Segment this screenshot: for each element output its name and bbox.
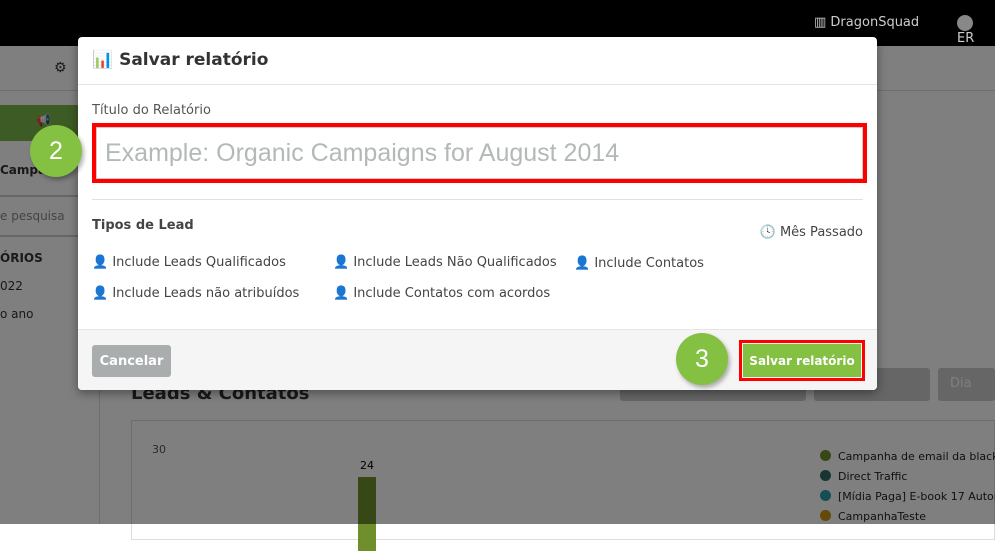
cancel-button[interactable]: Cancelar [92, 345, 171, 377]
option-leads-nao-qualificados[interactable]: 👤 Include Leads Não Qualificados [333, 255, 557, 270]
avatar [957, 15, 973, 31]
org-switcher[interactable]: ▥ DragonSquad [814, 15, 919, 30]
option-contatos-acordos[interactable]: 👤 Include Contatos com acordos [333, 286, 550, 301]
option-leads-nao-atribuidos[interactable]: 👤 Include Leads não atribuídos [92, 286, 299, 301]
lead-types-label: Tipos de Lead [92, 218, 194, 233]
save-report-modal: 📊 Salvar relatório Título do Relatório T… [78, 37, 877, 390]
modal-header: 📊 Salvar relatório [78, 37, 877, 85]
user-menu[interactable]: ER [957, 15, 995, 46]
user-icon: 👤 [92, 286, 109, 301]
bar-chart-icon: 📊 [92, 50, 114, 70]
period-label: 🕓 Mês Passado [759, 225, 863, 240]
highlight-box [92, 123, 867, 183]
user-icon: 👤 [333, 255, 350, 270]
highlight-box: Salvar relatório [739, 340, 865, 381]
report-title-input[interactable] [96, 127, 863, 179]
step-badge: 3 [676, 333, 728, 385]
option-leads-qualificados[interactable]: 👤 Include Leads Qualificados [92, 255, 286, 270]
user-icon: 👤 [574, 256, 591, 271]
building-icon: ▥ [814, 15, 831, 30]
field-label: Título do Relatório [92, 103, 211, 118]
save-report-button[interactable]: Salvar relatório [743, 344, 861, 377]
user-icon: 👤 [92, 255, 109, 270]
divider [92, 199, 863, 200]
modal-title: Salvar relatório [119, 50, 269, 70]
user-icon: 👤 [333, 286, 350, 301]
clock-icon: 🕓 [759, 225, 776, 240]
modal-footer: Cancelar Salvar relatório [78, 329, 877, 390]
option-contatos[interactable]: 👤 Include Contatos [574, 256, 704, 271]
step-badge: 2 [30, 125, 82, 177]
